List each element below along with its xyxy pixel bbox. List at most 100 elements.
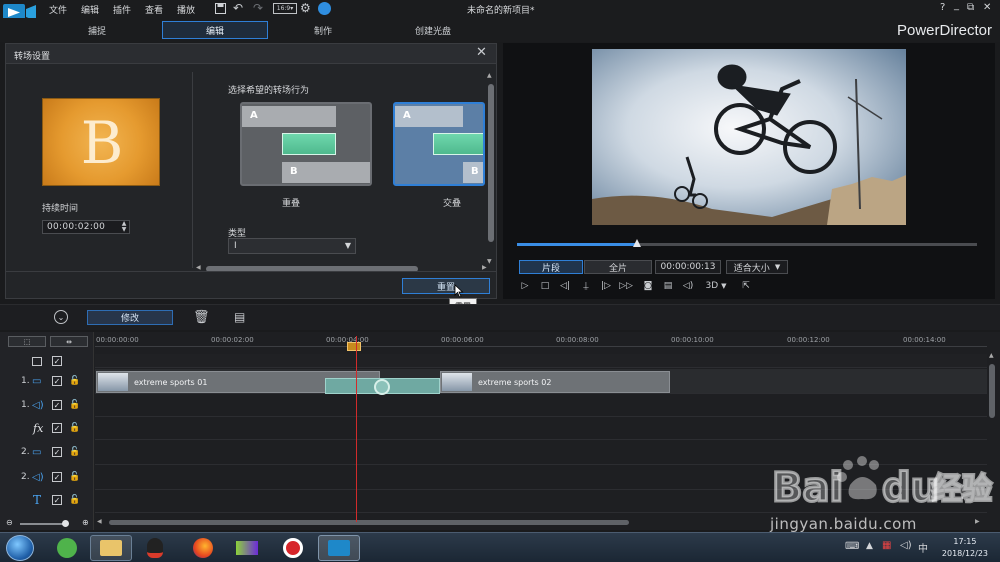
zoom-slider-handle[interactable] — [62, 520, 69, 527]
track-enable-checkbox[interactable]: ✓ — [52, 447, 62, 457]
fast-forward-icon[interactable]: ▷▷ — [619, 279, 633, 293]
stop-icon[interactable]: □ — [538, 279, 552, 293]
seek-bar[interactable] — [517, 239, 977, 247]
snapshot-camera-icon[interactable]: ◙ — [641, 279, 655, 293]
track-enable-checkbox[interactable]: ✓ — [52, 495, 62, 505]
save-icon[interactable] — [214, 2, 226, 14]
fit-timeline-icon[interactable]: ⇹ — [50, 336, 88, 347]
clip-mode-button[interactable]: 片段 — [519, 260, 583, 274]
properties-icon[interactable]: ▤ — [234, 310, 245, 324]
close-window-icon[interactable]: ✕ — [983, 2, 991, 13]
track-enable-checkbox[interactable]: ✓ — [52, 400, 62, 410]
tray-network-icon[interactable]: ▦ — [882, 540, 891, 551]
lock-icon[interactable]: 🔓 — [69, 447, 80, 457]
volume-icon[interactable]: ◁) — [681, 279, 695, 293]
time-ruler[interactable]: 00:00:00:00 00:00:02:00 00:00:04:00 00:0… — [95, 334, 987, 351]
menu-plugins[interactable]: 插件 — [113, 3, 131, 16]
zoom-out-icon[interactable]: ⊖ — [6, 518, 13, 527]
clip-extreme-sports-02[interactable]: extreme sports 02 — [440, 371, 670, 393]
track-enable-checkbox[interactable]: ✓ — [52, 376, 62, 386]
previous-frame-icon[interactable]: ◁| — [558, 279, 572, 293]
timecode-display[interactable]: 00:00:00:13 — [655, 260, 721, 274]
menu-view[interactable]: 查看 — [145, 3, 163, 16]
undock-icon[interactable]: ⇱ — [739, 279, 753, 293]
menu-file[interactable]: 文件 — [49, 3, 67, 16]
track-manager-icon[interactable]: ⬚ — [8, 336, 46, 347]
transition-block[interactable] — [325, 378, 440, 395]
tab-create-disc[interactable]: 创建光盘 — [380, 21, 486, 39]
track-enable-checkbox[interactable]: ✓ — [52, 423, 62, 433]
lock-icon[interactable]: 🔓 — [69, 472, 80, 482]
taskbar-powerdirector-icon[interactable] — [318, 535, 360, 561]
playhead-marker-icon[interactable] — [347, 342, 361, 351]
start-button-icon[interactable] — [6, 535, 34, 561]
duration-stepper[interactable]: 00:00:02:00 ▲ ▼ — [42, 220, 130, 234]
horizontal-scrollbar[interactable]: ◀ ▶ — [196, 264, 492, 274]
lock-icon[interactable]: 🔓 — [69, 400, 80, 410]
zoom-slider[interactable] — [20, 520, 69, 527]
taskbar-recorder-icon[interactable] — [272, 535, 314, 561]
tab-capture[interactable]: 捕捉 — [44, 21, 150, 39]
taskbar-clock[interactable]: 17:15 2018/12/23 — [942, 536, 988, 560]
modify-button[interactable]: 修改 — [87, 310, 173, 325]
vertical-scrollbar[interactable]: ▲ ▼ — [487, 72, 495, 268]
video-lane-1[interactable]: extreme sports 01 extreme sports 02 — [95, 369, 987, 395]
scroll-up-icon[interactable]: ▲ — [487, 72, 492, 79]
transition-preview-thumbnail: B — [42, 98, 160, 186]
close-panel-icon[interactable]: ✕ — [476, 45, 487, 60]
next-frame-icon[interactable]: |▷ — [599, 279, 613, 293]
menu-playback[interactable]: 播放 — [177, 3, 195, 16]
tray-volume-icon[interactable]: ◁) — [900, 540, 912, 551]
expand-toggle-icon[interactable]: ⌄ — [54, 310, 68, 324]
reset-button[interactable]: 重置 — [402, 278, 490, 294]
scroll-up-icon[interactable]: ▲ — [989, 352, 994, 359]
zoom-dropdown[interactable]: 适合大小 ▼ — [726, 260, 788, 274]
tray-show-hidden-icon[interactable]: ▲ — [866, 541, 873, 551]
track-enable-checkbox[interactable]: ✓ — [52, 472, 62, 482]
scroll-left-icon[interactable]: ◀ — [97, 518, 102, 525]
transition-option-overlap[interactable]: A B — [240, 102, 372, 186]
tab-edit[interactable]: 编辑 — [162, 21, 268, 39]
taskbar-media-app-icon[interactable] — [226, 535, 268, 561]
tab-produce[interactable]: 制作 — [270, 21, 376, 39]
subtitle-icon[interactable]: ▤ — [661, 279, 675, 293]
lock-icon[interactable]: 🔓 — [69, 495, 80, 505]
help-icon[interactable]: ? — [940, 2, 945, 13]
seek-handle[interactable] — [632, 239, 641, 247]
menu-edit[interactable]: 编辑 — [81, 3, 99, 16]
scroll-right-icon[interactable]: ▶ — [482, 264, 487, 271]
lock-icon[interactable]: 🔓 — [69, 376, 80, 386]
scroll-thumb[interactable] — [109, 520, 629, 525]
master-view-icon[interactable] — [32, 356, 42, 366]
tray-input-method-icon[interactable]: 中 — [918, 540, 928, 555]
fx-lane[interactable] — [95, 418, 987, 440]
tray-keyboard-icon[interactable]: ⌨ — [845, 541, 859, 552]
movie-mode-button[interactable]: 全片 — [584, 260, 652, 274]
audio-lane-1[interactable] — [95, 395, 987, 417]
scroll-thumb[interactable] — [989, 364, 995, 418]
taskbar-file-explorer-icon[interactable] — [90, 535, 132, 561]
scroll-left-icon[interactable]: ◀ — [196, 264, 201, 271]
aspect-ratio-icon[interactable]: 16:9▾ — [273, 3, 297, 14]
lock-icon[interactable]: 🔓 — [69, 423, 80, 433]
delete-trash-icon[interactable]: 🗑 — [193, 310, 210, 325]
taskbar-qq-icon[interactable] — [134, 535, 176, 561]
restore-icon[interactable]: ⧉ — [967, 2, 974, 13]
redo-icon[interactable]: ↷ — [253, 1, 263, 15]
account-icon[interactable] — [318, 2, 331, 15]
stepper-arrows-icon[interactable]: ▲ ▼ — [119, 221, 129, 233]
zoom-in-icon[interactable]: ⊕ — [82, 518, 89, 527]
split-icon[interactable]: ⍊ — [579, 279, 593, 293]
play-icon[interactable]: ▷ — [518, 279, 532, 293]
scroll-thumb[interactable] — [488, 84, 494, 242]
settings-gear-icon[interactable]: ⚙ — [300, 1, 311, 15]
3d-mode-button[interactable]: 3D ▼ — [703, 279, 729, 293]
transition-option-cross[interactable]: A B — [393, 102, 485, 186]
minimize-icon[interactable]: _ — [954, 0, 959, 11]
type-dropdown[interactable]: I ▼ — [228, 238, 356, 254]
master-checkbox[interactable]: ✓ — [52, 356, 62, 366]
taskbar-app-refresh-icon[interactable] — [46, 535, 88, 561]
taskbar-firefox-icon[interactable] — [182, 535, 224, 561]
undo-icon[interactable]: ↶ — [233, 1, 243, 15]
track-row-audio-1: 1. ◁) ✓ 🔓 — [0, 396, 94, 414]
